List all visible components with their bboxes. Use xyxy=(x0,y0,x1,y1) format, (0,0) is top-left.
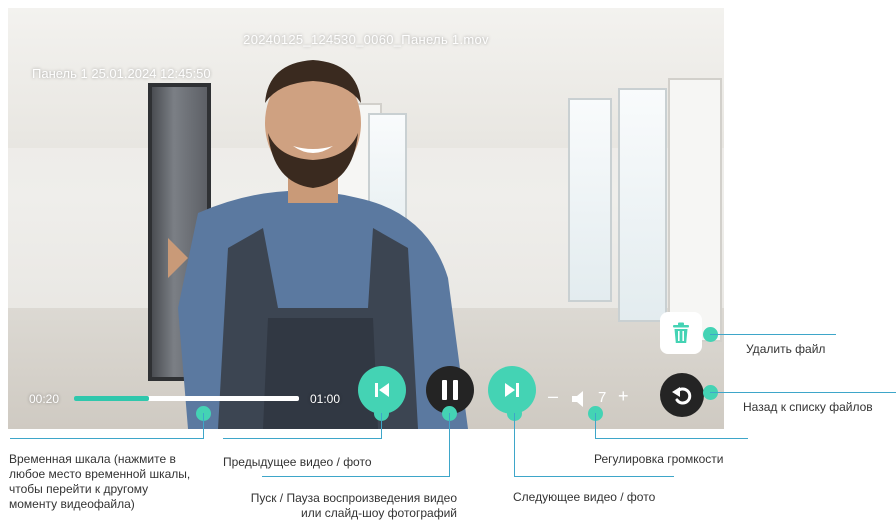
callout-timeline: Временная шкала (нажмите в любое место в… xyxy=(9,452,191,511)
callout-line xyxy=(514,476,674,477)
corridor-door xyxy=(668,78,722,342)
video-filename: 20240125_124530_0060_Панель 1.mov xyxy=(243,32,489,47)
volume-down-button[interactable]: – xyxy=(548,386,558,407)
video-viewport: 20240125_124530_0060_Панель 1.mov Панель… xyxy=(8,8,724,429)
callout-back-to-list: Назад к списку файлов xyxy=(743,400,873,414)
callout-line xyxy=(223,438,382,439)
callout-next: Следующее видео / фото xyxy=(513,490,656,504)
callout-delete-file: Удалить файл xyxy=(746,342,826,356)
time-total: 01:00 xyxy=(310,392,341,406)
callout-line xyxy=(10,438,204,439)
callout-line xyxy=(726,334,836,335)
callout-line xyxy=(710,392,896,393)
skip-previous-icon xyxy=(375,383,389,397)
callout-line xyxy=(710,334,726,335)
callout-volume: Регулировка громкости xyxy=(594,452,724,466)
callout-line xyxy=(514,413,515,476)
pause-icon xyxy=(442,380,458,400)
callout-line xyxy=(203,413,204,438)
timeline-scrubber[interactable] xyxy=(74,396,299,401)
trash-icon xyxy=(673,322,689,343)
camera-timestamp: Панель 1 25.01.2024 12:45:50 xyxy=(32,66,211,81)
volume-up-button[interactable]: + xyxy=(618,386,629,407)
callout-line xyxy=(595,413,596,438)
timeline-progress xyxy=(74,396,149,401)
callout-line xyxy=(595,438,748,439)
corridor-window xyxy=(618,88,667,322)
skip-next-icon xyxy=(505,383,519,397)
delete-button[interactable] xyxy=(660,312,702,354)
volume-level: 7 xyxy=(598,389,607,406)
callout-play-pause: Пуск / Пауза воспроизведения видео или с… xyxy=(250,491,457,520)
back-to-list-button[interactable] xyxy=(660,373,704,417)
time-current: 00:20 xyxy=(29,392,60,406)
callout-line xyxy=(381,413,382,438)
back-arrow-icon xyxy=(672,387,692,405)
corridor-window xyxy=(568,98,612,302)
callout-prev: Предыдущее видео / фото xyxy=(223,455,372,469)
speaker-icon xyxy=(572,391,583,407)
callout-line xyxy=(262,476,450,477)
callout-line xyxy=(449,413,450,476)
